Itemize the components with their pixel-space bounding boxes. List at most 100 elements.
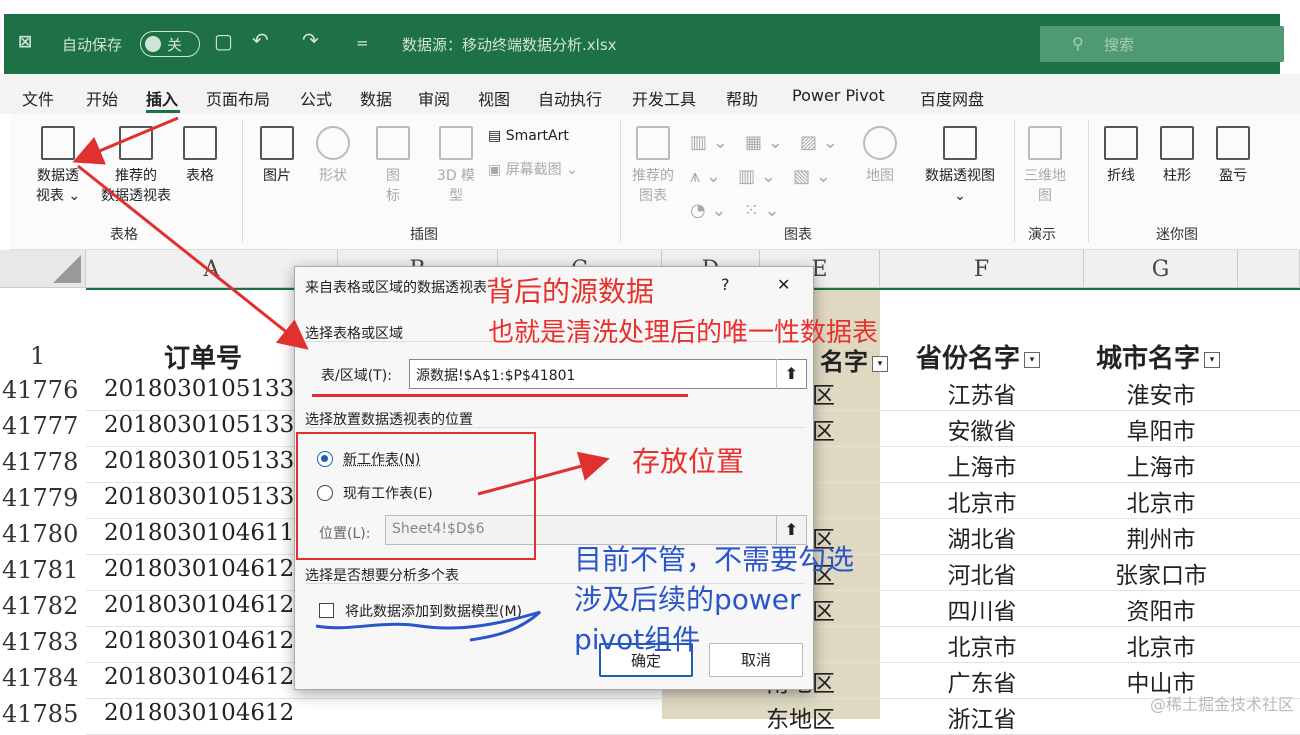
row-number[interactable]: 41785 (2, 700, 88, 728)
recommended-pivot-button[interactable]: 推荐的 数据透视表 (86, 126, 186, 206)
recommended-pivot-label-1: 推荐的 (115, 168, 157, 184)
cell-city-name[interactable]: 北京市 (1084, 484, 1238, 518)
column-header-f[interactable]: F (880, 250, 1084, 288)
header-province-name[interactable]: 省份名字 ▾ (916, 338, 1041, 375)
cell-order-number[interactable]: 2018030104611 (104, 520, 294, 546)
pivot-table-label-2: 视表 (35, 188, 64, 204)
cancel-button[interactable]: 取消 (709, 643, 803, 677)
tab-data[interactable]: 数据 (360, 86, 392, 110)
autosave-toggle[interactable]: 关 (140, 31, 200, 57)
cell-province-name[interactable]: 河北省 (880, 556, 1084, 590)
filter-dropdown-icon[interactable]: ▾ (1204, 352, 1221, 368)
row-number[interactable]: 41782 (2, 592, 88, 620)
row-number[interactable]: 41778 (2, 448, 88, 476)
cell-province-name[interactable]: 北京市 (880, 628, 1084, 662)
cell-province-name[interactable]: 江苏省 (880, 376, 1084, 410)
tab-review[interactable]: 审阅 (418, 86, 450, 110)
row-number[interactable]: 41779 (2, 484, 88, 512)
pivot-table-button[interactable]: 数据透 视表 ⌄ (28, 126, 88, 206)
picture-button[interactable]: 图片 (254, 126, 300, 186)
chart-types-gallery[interactable]: ▥ ⌄ ▦ ⌄ ▨ ⌄ ⩚ ⌄ ▥ ⌄ ▧ ⌄ ◔ ⌄ ⁙ ⌄ (690, 126, 850, 228)
row-number[interactable]: 41783 (2, 628, 88, 656)
row-number[interactable]: 41776 (2, 376, 88, 404)
tab-help[interactable]: 帮助 (726, 86, 758, 110)
header-city-name[interactable]: 城市名字 ▾ (1096, 338, 1221, 375)
header-order-number[interactable]: 订单号 (164, 338, 242, 375)
tab-insert[interactable]: 插入 (146, 86, 178, 110)
cell-order-number[interactable]: 2018030104612 (104, 628, 294, 654)
tab-power-pivot[interactable]: Power Pivot (792, 86, 885, 105)
add-to-data-model-label[interactable]: 将此数据添加到数据模型(M) (345, 601, 522, 621)
cell-city-name[interactable]: 张家口市 (1084, 556, 1238, 590)
customize-quick-access-icon[interactable]: = (356, 34, 369, 52)
undo-icon[interactable]: ↶ (252, 28, 269, 52)
column-header-g[interactable]: G (1084, 250, 1238, 288)
range-input[interactable]: 源数据!$A$1:$P$41801 ⬆ (409, 359, 807, 389)
cell-order-number[interactable]: 2018030104612 (104, 664, 294, 690)
shapes-button[interactable]: 形状 (310, 126, 356, 186)
redo-icon[interactable]: ↷ (302, 28, 319, 52)
sparkline-column-button[interactable]: 柱形 (1154, 126, 1200, 186)
cell-order-number[interactable]: 2018030105133 (104, 412, 294, 438)
filter-dropdown-icon[interactable]: ▾ (872, 355, 888, 372)
cell-order-number[interactable]: 2018030105133 (104, 484, 294, 510)
cell-city-name[interactable]: 荆州市 (1084, 520, 1238, 554)
cell-city-name[interactable]: 北京市 (1084, 628, 1238, 662)
row-number-1[interactable]: 1 (30, 342, 116, 370)
row-number[interactable]: 41777 (2, 412, 88, 440)
column-header-h[interactable] (1238, 250, 1300, 288)
file-name[interactable]: 数据源：移动终端数据分析.xlsx (402, 34, 617, 55)
cell-province-name[interactable]: 浙江省 (880, 700, 1084, 734)
tab-home[interactable]: 开始 (86, 86, 118, 110)
cell-province-name[interactable]: 安徽省 (880, 412, 1084, 446)
cell-province-name[interactable]: 四川省 (880, 592, 1084, 626)
recommended-pivot-label-2: 数据透视表 (101, 188, 171, 204)
select-all-corner[interactable] (0, 250, 86, 288)
add-to-data-model-checkbox[interactable] (319, 603, 334, 618)
cell-order-number[interactable]: 2018030104612 (104, 592, 294, 618)
cell-order-number[interactable]: 2018030105133 (104, 448, 294, 474)
tab-formulas[interactable]: 公式 (300, 86, 332, 110)
cell-province-name[interactable]: 湖北省 (880, 520, 1084, 554)
group-tours-label: 演示 (1028, 227, 1056, 243)
tab-baidu[interactable]: 百度网盘 (920, 86, 984, 110)
filter-dropdown-icon[interactable]: ▾ (1024, 352, 1041, 368)
save-icon[interactable]: ▢ (214, 29, 233, 53)
help-button[interactable]: ? (721, 275, 730, 294)
3d-map-button[interactable]: 三维地 图 (1018, 126, 1072, 206)
cell-city-name[interactable]: 淮安市 (1084, 376, 1238, 410)
smartart-button[interactable]: ▤ SmartArt (488, 126, 598, 146)
row-number[interactable]: 41781 (2, 556, 88, 584)
cell-city-name[interactable]: 上海市 (1084, 448, 1238, 482)
close-button[interactable]: ✕ (777, 275, 790, 294)
cell-order-number[interactable]: 2018030104612 (104, 556, 294, 582)
row-number[interactable]: 41784 (2, 664, 88, 692)
table-button[interactable]: 表格 (178, 126, 222, 186)
cell-province-name[interactable]: 北京市 (880, 484, 1084, 518)
cell-region-name[interactable]: 东地区 (766, 700, 876, 734)
tab-developer[interactable]: 开发工具 (632, 86, 696, 110)
cell-city-name[interactable]: 资阳市 (1084, 592, 1238, 626)
cell-city-name[interactable]: 阜阳市 (1084, 412, 1238, 446)
row-number[interactable]: 41780 (2, 520, 88, 548)
cell-order-number[interactable]: 2018030104612 (104, 700, 294, 726)
pivot-chart-button[interactable]: 数据透视图 ⌄ (910, 126, 1010, 206)
tab-automate[interactable]: 自动执行 (538, 86, 602, 110)
map-button[interactable]: 地图 (858, 126, 902, 186)
cell-province-name[interactable]: 广东省 (880, 664, 1084, 698)
3d-map-icon (1028, 126, 1062, 160)
icons-button[interactable]: 图 标 (370, 126, 416, 206)
recommended-charts-button[interactable]: 推荐的 图表 (626, 126, 680, 206)
cell-order-number[interactable]: 2018030105133 (104, 376, 294, 402)
sparkline-line-button[interactable]: 折线 (1098, 126, 1144, 186)
tab-view[interactable]: 视图 (478, 86, 510, 110)
screenshot-button[interactable]: ▣ 屏幕截图 ⌄ (488, 160, 608, 180)
tab-file[interactable]: 文件 (22, 86, 54, 110)
sparkline-winloss-button[interactable]: 盈亏 (1210, 126, 1256, 186)
annotation-model-line2: 涉及后续的power (574, 583, 801, 616)
3d-models-button[interactable]: 3D 模 型 (426, 126, 486, 206)
search-box[interactable]: ⚲ 搜索 (1040, 26, 1284, 62)
tab-page-layout[interactable]: 页面布局 (206, 86, 270, 110)
range-picker-icon[interactable]: ⬆ (776, 359, 806, 389)
cell-province-name[interactable]: 上海市 (880, 448, 1084, 482)
